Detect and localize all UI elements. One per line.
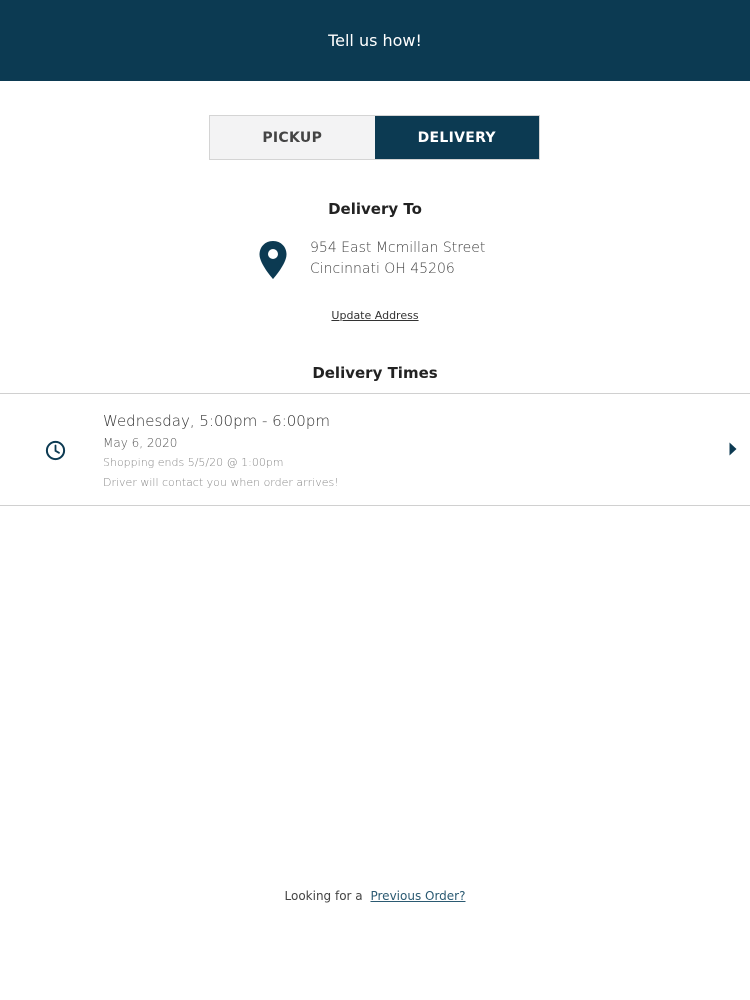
delivery-tab[interactable]: DELIVERY — [374, 116, 539, 159]
map-pin-icon — [259, 241, 287, 279]
previous-order-link[interactable]: Previous Order? — [370, 889, 465, 903]
footer-previous-order: Looking for a Previous Order? — [0, 889, 750, 903]
update-address-row: Update Address — [0, 309, 750, 322]
header-title: Tell us how! — [328, 31, 422, 50]
address-line-1: 954 East Mcmillan Street — [310, 240, 486, 256]
delivery-address: 954 East Mcmillan Street Cincinnati OH 4… — [258, 238, 485, 280]
address-lines: 954 East Mcmillan Street Cincinnati OH 4… — [310, 238, 485, 280]
footer-prefix: Looking for a — [284, 889, 363, 903]
fulfillment-toggle: PICKUP DELIVERY — [209, 115, 540, 160]
app-header: Tell us how! — [0, 0, 750, 81]
slot-date: May 6, 2020 — [103, 436, 178, 450]
address-line-2: Cincinnati OH 45206 — [310, 261, 455, 277]
slot-shopping-ends: Shopping ends 5/5/20 @ 1:00pm — [103, 456, 284, 469]
update-address-link[interactable]: Update Address — [331, 309, 418, 322]
chevron-right-icon[interactable] — [729, 442, 737, 456]
clock-icon — [45, 440, 66, 461]
slot-driver-note: Driver will contact you when order arriv… — [103, 476, 339, 489]
delivery-time-slot[interactable]: Wednesday, 5:00pm - 6:00pm May 6, 2020 S… — [0, 393, 750, 506]
pickup-tab[interactable]: PICKUP — [210, 116, 375, 159]
delivery-to-heading: Delivery To — [328, 200, 422, 218]
delivery-times-heading: Delivery Times — [312, 364, 438, 382]
slot-title: Wednesday, 5:00pm - 6:00pm — [103, 412, 330, 430]
